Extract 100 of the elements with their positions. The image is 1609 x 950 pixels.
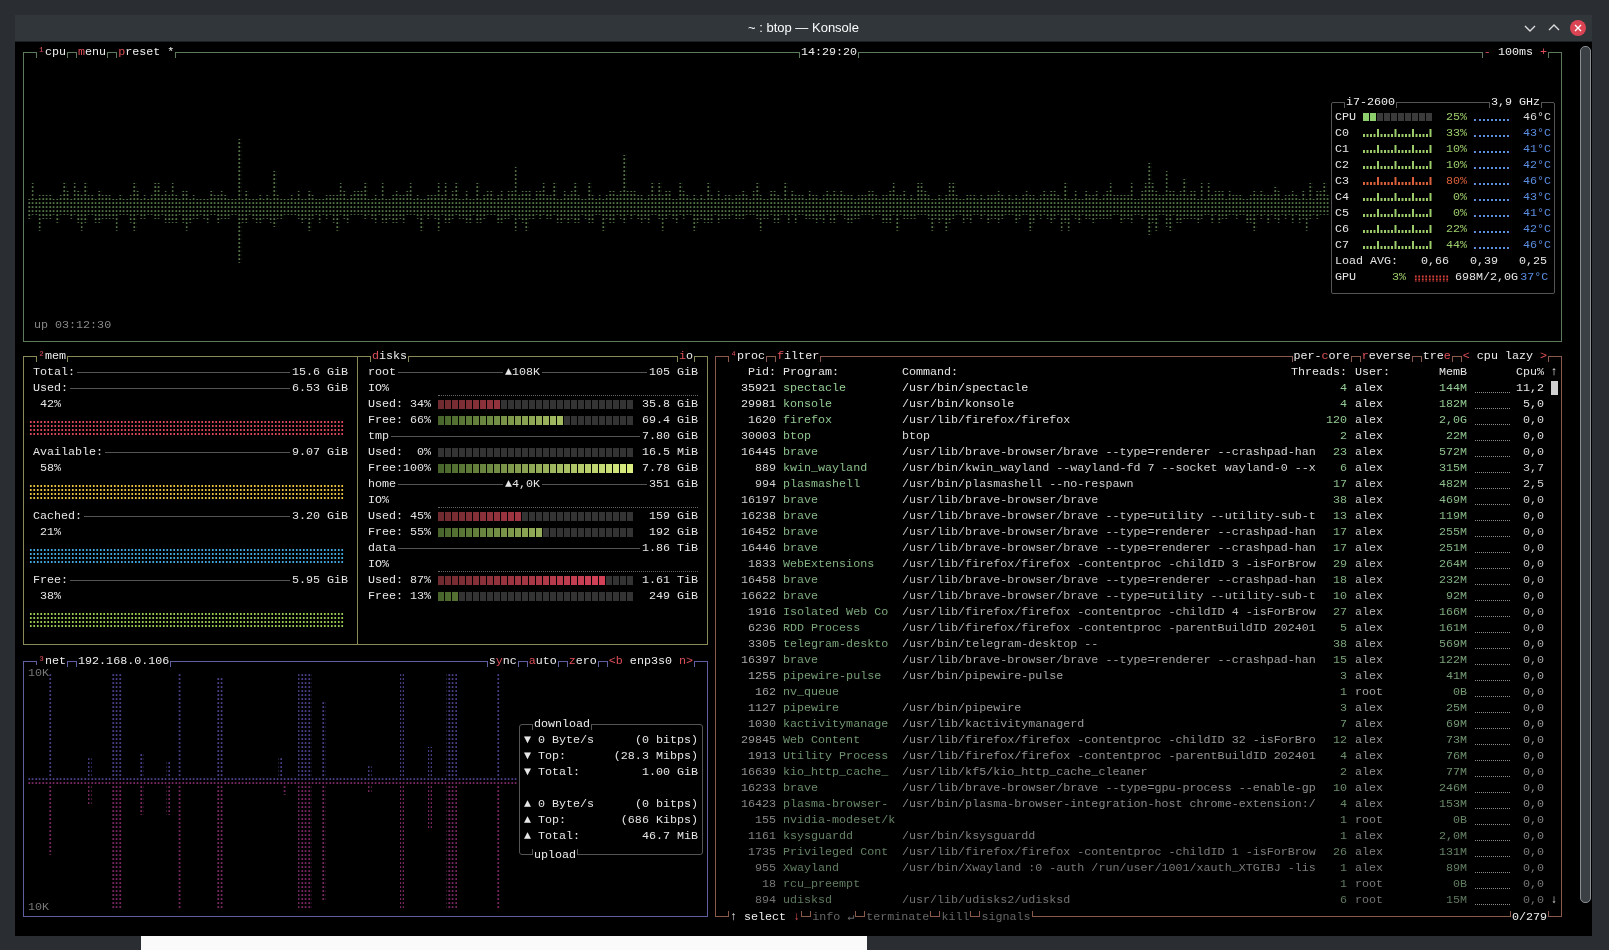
disk-usage-value: 16.5 MiB	[640, 444, 698, 460]
table-cell: alex	[1355, 732, 1384, 748]
stat-label: 0 Byte/s	[538, 732, 595, 748]
column-header[interactable]: Program:	[783, 364, 840, 380]
download-bar	[278, 757, 282, 777]
cpu-sparkline	[1475, 472, 1510, 473]
table-cell: 3	[1340, 668, 1347, 684]
table-cell: 11,2	[1515, 380, 1544, 396]
stat-label: Total:	[538, 764, 581, 780]
table-cell: 0,0	[1522, 428, 1544, 444]
cpu-sparkline	[1475, 552, 1510, 553]
table-cell: 2	[1340, 764, 1347, 780]
table-cell: 10	[1332, 780, 1347, 796]
disk-name: data	[368, 540, 397, 556]
table-cell: /usr/bin/spectacle	[902, 380, 1029, 396]
table-cell: pipewire	[783, 700, 840, 716]
table-cell: plasma-browser-	[783, 796, 889, 812]
column-header[interactable]: MemB	[1438, 364, 1467, 380]
cpu-sparkline	[1475, 824, 1510, 825]
table-cell: alex	[1355, 844, 1384, 860]
table-cell: 569M	[1438, 636, 1467, 652]
gpu-meter	[1414, 275, 1449, 282]
column-header[interactable]: Threads:	[1290, 364, 1347, 380]
table-cell: 1	[1340, 860, 1347, 876]
table-cell: /usr/bin/plasma-browser-integration-host chrome-extension:/	[902, 796, 1316, 812]
core-label: C6	[1335, 221, 1351, 237]
table-cell: /usr/lib/brave-browser/brave --type=renderer --crashpad-han	[902, 540, 1316, 556]
table-cell: /usr/bin/ksysguardd	[902, 828, 1036, 844]
table-cell: Web Content	[783, 732, 861, 748]
table-cell: Privileged Cont	[783, 844, 889, 860]
temperature-sparkline	[1474, 215, 1509, 217]
column-header[interactable]: User:	[1355, 364, 1391, 380]
table-cell: root	[1355, 876, 1384, 892]
scrollbar-thumb[interactable]	[1580, 46, 1591, 903]
table-cell: root	[1355, 684, 1384, 700]
table-cell: brave	[783, 508, 819, 524]
table-cell: 0,0	[1522, 892, 1544, 908]
column-header[interactable]: Command:	[902, 364, 959, 380]
cpu-sparkline	[1475, 760, 1510, 761]
table-cell: kio_http_cache_	[783, 764, 889, 780]
temperature-sparkline	[1474, 199, 1509, 201]
table-cell: 1	[1340, 876, 1347, 892]
close-icon[interactable]	[1570, 20, 1586, 36]
cpu-sparkline	[1475, 792, 1510, 793]
core-label: C0	[1335, 125, 1351, 141]
table-cell: 0,0	[1522, 540, 1544, 556]
disk-name: home	[368, 476, 397, 492]
scroll-up-arrow[interactable]: ↑	[1550, 364, 1558, 380]
table-cell: 0,0	[1522, 572, 1544, 588]
table-cell: /usr/lib/brave-browser/brave --type=utility --utility-sub-t	[902, 508, 1316, 524]
table-cell: 35921	[740, 380, 776, 396]
cpu-sparkline	[1475, 584, 1510, 585]
cpu-sparkline	[1475, 600, 1510, 601]
table-cell: kwin_wayland	[783, 460, 868, 476]
table-cell: 0,0	[1522, 668, 1544, 684]
table-cell: 232M	[1438, 572, 1467, 588]
table-cell: 0,0	[1522, 716, 1544, 732]
table-cell: 119M	[1438, 508, 1467, 524]
table-cell: 76M	[1445, 748, 1467, 764]
table-cell: 894	[754, 892, 776, 908]
table-cell: 0,0	[1522, 620, 1544, 636]
table-cell: 994	[754, 476, 776, 492]
table-cell: spectacle	[783, 380, 847, 396]
table-cell: 92M	[1445, 588, 1467, 604]
cpu-sparkline	[1475, 408, 1510, 409]
table-cell: 0,0	[1522, 556, 1544, 572]
table-cell: alex	[1355, 428, 1384, 444]
cpu-sparkline	[1475, 616, 1510, 617]
table-cell: /usr/lib/brave-browser/brave --type=renderer --crashpad-han	[902, 524, 1316, 540]
table-cell: 2,0M	[1438, 828, 1467, 844]
column-header[interactable]: Pid:	[747, 364, 776, 380]
core-label: C7	[1335, 237, 1351, 253]
table-cell: 18	[761, 876, 776, 892]
table-cell: 17	[1332, 524, 1347, 540]
table-cell: 1127	[747, 700, 776, 716]
stat-value: 1.00 GiB	[640, 764, 698, 780]
cpu-percent: 25%	[1444, 109, 1467, 125]
down-arrow: ▼	[524, 764, 532, 780]
table-cell: /usr/lib/udisks2/udisksd	[902, 892, 1071, 908]
scrollbar-thumb[interactable]	[1550, 381, 1558, 395]
gpu-memory: 698M/2,0G	[1455, 269, 1519, 285]
table-cell: alex	[1355, 492, 1384, 508]
io-label: IO%	[368, 492, 391, 508]
table-cell: /usr/lib/kactivitymanagerd	[902, 716, 1085, 732]
table-cell: 16238	[740, 508, 776, 524]
scroll-down-arrow[interactable]: ↓	[1550, 892, 1558, 908]
column-header[interactable]: Cpu%	[1515, 364, 1544, 380]
table-cell: alex	[1355, 380, 1384, 396]
upload-bar	[283, 785, 287, 795]
upload-bar	[428, 785, 432, 830]
table-cell: 0,0	[1522, 748, 1544, 764]
memory-value: 5.95 GiB	[291, 572, 348, 588]
core-temperature: 43°C	[1521, 125, 1551, 141]
table-cell: 469M	[1438, 492, 1467, 508]
table-cell: Utility Process	[783, 748, 889, 764]
table-cell: alex	[1355, 652, 1384, 668]
table-cell: 3,7	[1522, 460, 1544, 476]
table-cell: 0,0	[1522, 412, 1544, 428]
table-cell: alex	[1355, 764, 1384, 780]
io-label: IO%	[368, 556, 391, 572]
